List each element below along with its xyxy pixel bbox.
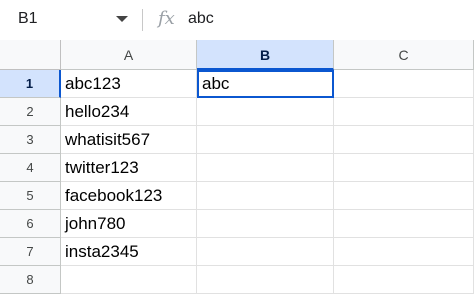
- cell-b7[interactable]: [197, 238, 334, 266]
- cell-c4[interactable]: [334, 154, 474, 182]
- cell-b2[interactable]: [197, 98, 334, 126]
- cell-a7[interactable]: insta2345: [61, 238, 197, 266]
- cell-a2[interactable]: hello234: [61, 98, 197, 126]
- row-header-7[interactable]: 7: [0, 238, 61, 266]
- cell-c5[interactable]: [334, 182, 474, 210]
- cell-b8[interactable]: [197, 266, 334, 294]
- formula-bar-divider: [142, 9, 143, 31]
- cell-b3[interactable]: [197, 126, 334, 154]
- name-box-value[interactable]: B1: [18, 10, 38, 28]
- name-box[interactable]: B1: [0, 0, 140, 40]
- cell-c7[interactable]: [334, 238, 474, 266]
- cell-a5[interactable]: facebook123: [61, 182, 197, 210]
- column-header-b[interactable]: B: [197, 40, 334, 70]
- cell-c6[interactable]: [334, 210, 474, 238]
- cell-b4[interactable]: [197, 154, 334, 182]
- column-header-a[interactable]: A: [61, 40, 197, 70]
- cell-b1-active[interactable]: abc: [197, 70, 334, 98]
- cell-c1[interactable]: [334, 70, 474, 98]
- fx-icon: fx: [158, 8, 175, 29]
- cell-c3[interactable]: [334, 126, 474, 154]
- row-header-4[interactable]: 4: [0, 154, 61, 182]
- cell-a6[interactable]: john780: [61, 210, 197, 238]
- spreadsheet-grid: A B C 1 abc123 abc 2 hello234 3 whatisit…: [0, 40, 474, 302]
- row-header-6[interactable]: 6: [0, 210, 61, 238]
- chevron-down-icon[interactable]: [116, 16, 128, 22]
- select-all-corner[interactable]: [0, 40, 61, 70]
- cell-a1[interactable]: abc123: [61, 70, 197, 98]
- row-header-3[interactable]: 3: [0, 126, 61, 154]
- cell-b5[interactable]: [197, 182, 334, 210]
- row-header-8[interactable]: 8: [0, 266, 61, 294]
- cell-a3[interactable]: whatisit567: [61, 126, 197, 154]
- cell-a8[interactable]: [61, 266, 197, 294]
- cell-a4[interactable]: twitter123: [61, 154, 197, 182]
- row-header-2[interactable]: 2: [0, 98, 61, 126]
- column-header-c[interactable]: C: [334, 40, 474, 70]
- formula-bar: B1 fx abc: [0, 0, 474, 40]
- cell-c2[interactable]: [334, 98, 474, 126]
- row-header-1[interactable]: 1: [0, 70, 61, 98]
- cell-b6[interactable]: [197, 210, 334, 238]
- cell-c8[interactable]: [334, 266, 474, 294]
- row-header-5[interactable]: 5: [0, 182, 61, 210]
- formula-input[interactable]: abc: [188, 10, 214, 28]
